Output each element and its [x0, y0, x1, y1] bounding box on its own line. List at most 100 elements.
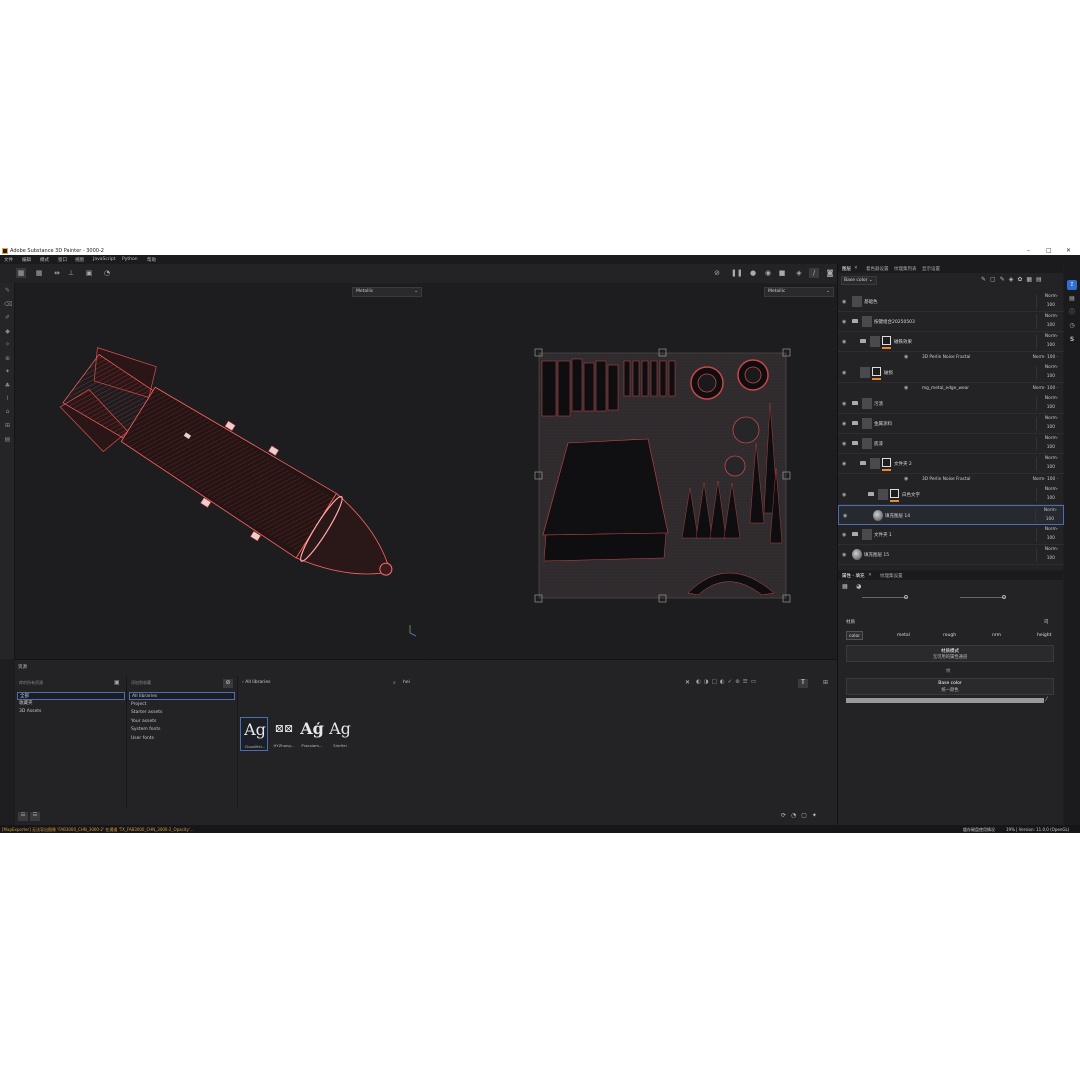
mask-thumbnail[interactable] [882, 458, 891, 467]
layer-name[interactable]: 污渍 [874, 401, 883, 407]
minimize-button[interactable]: – [1027, 247, 1030, 254]
slider-2[interactable] [960, 597, 1005, 598]
menu-javascript[interactable]: JavaScript [93, 257, 116, 262]
list-view-icon[interactable]: ☷ [18, 812, 28, 821]
menu-view[interactable]: 视图 [75, 257, 84, 263]
tab-texture-set-list[interactable]: 纹理集列表 [894, 266, 917, 272]
close-button[interactable]: ✕ [1066, 247, 1071, 254]
layer-name[interactable]: 底漆 [874, 441, 883, 447]
fill-mode-icon[interactable]: ▦ [842, 583, 848, 590]
layer-blend-mode[interactable]: Norm· [1045, 436, 1058, 441]
substance-icon[interactable]: S [1067, 335, 1077, 345]
tab-display-settings[interactable]: 显示设置 [922, 266, 940, 272]
eraser-icon[interactable]: ⌫ [4, 301, 12, 308]
render-icon[interactable]: ● [748, 268, 758, 278]
layer-name[interactable]: 破损 [884, 370, 893, 376]
paint-brush-icon[interactable]: ✎ [4, 287, 11, 294]
layer-name[interactable]: 磁铁效果 [894, 339, 912, 345]
folder-icon[interactable] [860, 461, 866, 465]
layer-name[interactable]: 文件夹 1 [874, 532, 892, 538]
source-item-all-libraries[interactable]: All libraries [129, 692, 235, 700]
source-item-your-assets[interactable]: Your assets [129, 718, 235, 726]
paint-icon[interactable]: ∕ [809, 268, 819, 278]
layer-row[interactable]: ◉ 白色文字 Norm· 100 [838, 485, 1064, 505]
layer-opacity[interactable]: 100 [1046, 517, 1054, 522]
layer-blend-mode[interactable]: Norm· [1045, 487, 1058, 492]
layer-row[interactable]: ◉ 填充图层 14 Norm· 100 [838, 505, 1064, 525]
layer-row[interactable]: ◉ 填充图层 15 Norm· 100 [838, 545, 1064, 565]
symmetry-icon[interactable]: ⇹ [52, 268, 62, 278]
menu-file[interactable]: 文件 [4, 257, 13, 263]
folder-icon[interactable] [852, 441, 858, 445]
video-camera-icon[interactable]: ■ [777, 268, 787, 278]
effect-row[interactable]: ◉ 3D Perlin Noise Fractal Norm· 100 · [838, 474, 1064, 485]
detail-view-icon[interactable]: ☶ [30, 812, 40, 821]
share-icon[interactable]: ⇪ [1067, 280, 1077, 290]
menu-python[interactable]: Python [122, 257, 138, 262]
layer-opacity[interactable]: 100 [1047, 374, 1055, 379]
tab-texture-set-settings[interactable]: 纹理集设置 [880, 573, 903, 579]
folder-icon[interactable] [852, 532, 858, 536]
layer-blend-mode[interactable]: Norm· [1044, 508, 1057, 513]
folder-icon[interactable] [852, 401, 858, 405]
save-icon[interactable]: ▣ [114, 679, 120, 686]
search-input[interactable]: hei [403, 680, 410, 685]
layer-name[interactable]: 金属涂料 [874, 421, 892, 427]
tab-layers[interactable]: 图层 [842, 266, 851, 272]
layer-blend-mode[interactable]: Norm· [1045, 416, 1058, 421]
mask-thumbnail[interactable] [882, 336, 891, 345]
measure-icon[interactable]: ⌇ [4, 395, 11, 402]
history-icon[interactable]: ◷ [1067, 321, 1077, 331]
layer-actions[interactable]: ✎▢✎◈✿▦▤ [981, 276, 1046, 283]
layer-blend-mode[interactable]: Norm· [1045, 527, 1058, 532]
camera-icon[interactable]: ◙ [825, 268, 835, 278]
shelf-footer-actions[interactable]: ⟳◔▢✦ [781, 812, 822, 819]
layer-name[interactable]: 白色文字 [902, 492, 920, 498]
layer-name[interactable]: 填充图层 15 [864, 552, 889, 558]
source-item-user-fonts[interactable]: User fonts [129, 735, 235, 743]
no-sync-icon[interactable]: ⊘ [712, 268, 722, 278]
tab-shader-settings[interactable]: 着色器设置 [866, 266, 889, 272]
asset-font-hyzhong[interactable]: ⊠⊠ HYZhong... [270, 717, 298, 751]
material-picker-icon[interactable]: ✦ [4, 368, 11, 375]
bake-icon[interactable]: ♣ [4, 382, 11, 389]
asset-font-pracxiam[interactable]: Aģ Pracxiam... [298, 717, 326, 751]
layer-row[interactable]: ◉ 按键组合20250503 Norm· 100 [838, 312, 1064, 332]
eye-icon[interactable]: ◉ [842, 370, 846, 376]
stamp-icon[interactable]: ⊞ [4, 422, 11, 429]
layer-opacity[interactable]: 100 [1047, 465, 1055, 470]
close-tab-icon[interactable]: ✕ [854, 266, 858, 271]
layer-name[interactable]: 按键组合20250503 [874, 319, 915, 325]
color-picker-icon[interactable]: ⁄ [1046, 696, 1047, 703]
eye-icon[interactable]: ◉ [904, 354, 908, 360]
library-item-favorites[interactable]: 收藏夹 [17, 700, 125, 708]
folder-icon[interactable] [852, 319, 858, 323]
library-item-all[interactable]: 全部 [17, 692, 125, 700]
channel-toggle-metal[interactable]: metal [895, 631, 912, 640]
grid-view-icon[interactable]: ▦ [16, 268, 26, 278]
layer-row[interactable]: ◉ 污渍 Norm· 100 [838, 394, 1064, 414]
align-icon[interactable]: ⊥ [66, 268, 76, 278]
effect-blend[interactable]: Norm· 100 · [1033, 477, 1058, 482]
layer-row[interactable]: ◉ 文件夹 2 Norm· 100 [838, 454, 1064, 474]
annotation-icon[interactable]: ⌂ [4, 408, 11, 415]
smudge-icon[interactable]: ✧ [4, 341, 11, 348]
layer-blend-mode[interactable]: Norm· [1045, 396, 1058, 401]
library-item-3d-assets[interactable]: 3D Assets [17, 708, 125, 716]
channel-toggle-height[interactable]: height [1035, 631, 1053, 640]
eye-icon[interactable]: ◉ [842, 339, 846, 345]
layer-opacity[interactable]: 100 [1047, 405, 1055, 410]
eye-icon[interactable]: ◉ [842, 299, 846, 305]
effect-blend[interactable]: Norm· 100 · [1033, 386, 1058, 391]
menu-window[interactable]: 窗口 [58, 257, 67, 263]
channel-select[interactable]: Base color ⌄ [841, 276, 877, 285]
layer-blend-mode[interactable]: Norm· [1045, 314, 1058, 319]
folder-icon[interactable] [860, 339, 866, 343]
frame-icon[interactable]: ▣ [84, 268, 94, 278]
channel-toggle-nrm[interactable]: nrm [990, 631, 1003, 640]
layer-opacity[interactable]: 100 [1047, 303, 1055, 308]
clear-search-icon[interactable]: ✕ [685, 679, 690, 686]
adjust-icon[interactable]: ◈ [794, 268, 804, 278]
eye-icon[interactable]: ◉ [842, 492, 846, 498]
layer-row[interactable]: ◉ 金属涂料 Norm· 100 [838, 414, 1064, 434]
